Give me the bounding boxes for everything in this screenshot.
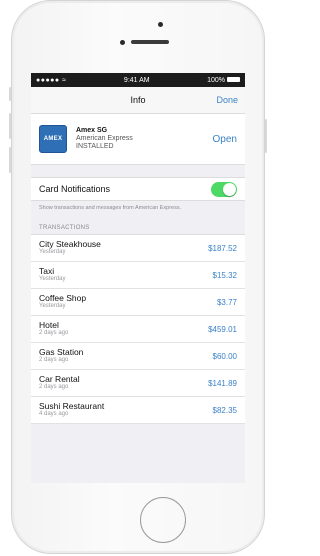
transaction-row[interactable]: Taxi Yesterday $15.32 bbox=[31, 262, 245, 289]
transaction-info: Car Rental 2 days ago bbox=[39, 375, 80, 391]
transaction-amount: $82.35 bbox=[212, 405, 237, 415]
transaction-amount: $141.89 bbox=[208, 378, 237, 388]
card-name: Amex SG bbox=[76, 127, 108, 134]
transaction-date: 2 days ago bbox=[39, 384, 69, 390]
transaction-merchant: Coffee Shop bbox=[39, 293, 87, 303]
transaction-amount: $15.32 bbox=[212, 270, 237, 280]
notifications-help-text: Show transactions and messages from Amer… bbox=[39, 205, 182, 211]
transaction-date: Yesterday bbox=[39, 303, 66, 309]
navigation-bar: Info Done bbox=[31, 87, 245, 114]
transaction-merchant: Car Rental bbox=[39, 374, 80, 384]
transaction-info: Sushi Restaurant 4 days ago bbox=[39, 402, 104, 418]
proximity-sensor bbox=[120, 40, 125, 45]
transaction-row[interactable]: Car Rental 2 days ago $141.89 bbox=[31, 370, 245, 397]
page-title: Info bbox=[130, 95, 146, 105]
battery-percent: 100% bbox=[207, 76, 225, 84]
transaction-row[interactable]: Gas Station 2 days ago $60.00 bbox=[31, 343, 245, 370]
card-status: INSTALLED bbox=[76, 143, 114, 150]
transaction-info: Hotel 2 days ago bbox=[39, 321, 68, 337]
notifications-row: Card Notifications bbox=[31, 177, 245, 201]
toggle-knob bbox=[223, 182, 236, 196]
transaction-row[interactable]: Coffee Shop Yesterday $3.77 bbox=[31, 289, 245, 316]
power-button bbox=[265, 119, 267, 153]
status-time: 9:41 AM bbox=[123, 76, 150, 84]
transaction-row[interactable]: Hotel 2 days ago $459.01 bbox=[31, 316, 245, 343]
battery-icon bbox=[227, 77, 240, 83]
volume-up-button bbox=[9, 113, 11, 139]
transaction-amount: $187.52 bbox=[208, 243, 237, 253]
card-info: Amex SG American Express INSTALLED bbox=[76, 127, 213, 151]
open-button[interactable]: Open bbox=[213, 134, 237, 145]
transaction-date: Yesterday bbox=[39, 276, 66, 282]
battery-indicator: 100% bbox=[207, 77, 240, 84]
transaction-amount: $60.00 bbox=[212, 351, 237, 361]
notifications-toggle[interactable] bbox=[211, 181, 237, 197]
transaction-date: 2 days ago bbox=[39, 357, 69, 363]
transaction-merchant: Hotel bbox=[39, 320, 59, 330]
transaction-date: 2 days ago bbox=[39, 330, 69, 336]
transaction-amount: $3.77 bbox=[216, 297, 237, 307]
transaction-merchant: Sushi Restaurant bbox=[39, 401, 105, 411]
card-row: AMEX Amex SG American Express INSTALLED … bbox=[31, 114, 245, 165]
card-issuer: American Express bbox=[76, 135, 133, 142]
done-button[interactable]: Done bbox=[216, 95, 238, 105]
transaction-info: Taxi Yesterday bbox=[39, 267, 65, 283]
transaction-info: Coffee Shop Yesterday bbox=[39, 294, 86, 310]
transaction-row[interactable]: Sushi Restaurant 4 days ago $82.35 bbox=[31, 397, 245, 424]
mute-switch bbox=[9, 87, 11, 101]
home-button[interactable] bbox=[140, 497, 186, 543]
transaction-merchant: Taxi bbox=[39, 266, 55, 276]
front-camera bbox=[158, 22, 163, 27]
screen: ●●●●● ≈ 9:41 AM 100% Info Done AMEX Amex… bbox=[31, 73, 245, 483]
signal-indicator: ●●●●● ≈ bbox=[36, 76, 67, 84]
transaction-date: 4 days ago bbox=[39, 411, 69, 417]
transaction-merchant: City Steakhouse bbox=[39, 239, 101, 249]
transaction-date: Yesterday bbox=[39, 249, 66, 255]
transaction-info: Gas Station 2 days ago bbox=[39, 348, 83, 364]
transaction-row[interactable]: City Steakhouse Yesterday $187.52 bbox=[31, 235, 245, 262]
status-bar: ●●●●● ≈ 9:41 AM 100% bbox=[31, 73, 245, 87]
transactions-header: TRANSACTIONS bbox=[39, 225, 90, 231]
transactions-list: City Steakhouse Yesterday $187.52 Taxi Yeste… bbox=[31, 234, 245, 424]
amex-logo: AMEX bbox=[39, 125, 67, 153]
earpiece-speaker bbox=[131, 40, 169, 44]
transaction-merchant: Gas Station bbox=[39, 347, 84, 357]
volume-down-button bbox=[9, 147, 11, 173]
transaction-amount: $459.01 bbox=[208, 324, 237, 334]
transaction-info: City Steakhouse Yesterday bbox=[39, 240, 101, 256]
notifications-label: Card Notifications bbox=[39, 184, 111, 194]
